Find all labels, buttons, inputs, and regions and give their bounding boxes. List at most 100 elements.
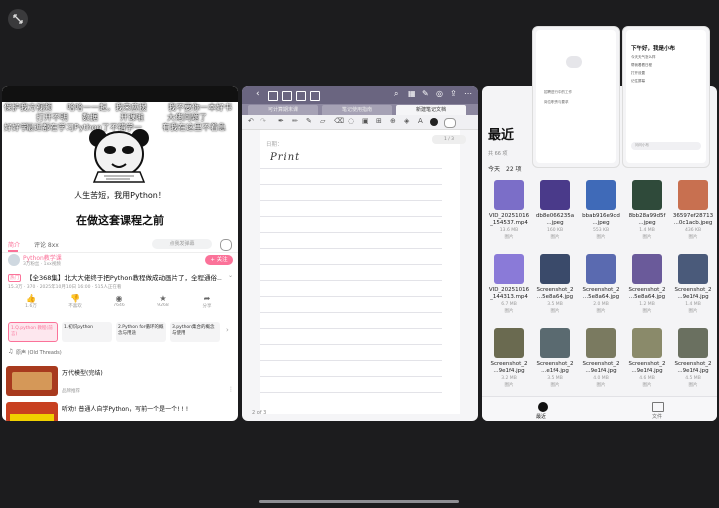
tab-comments[interactable]: 评论 8xx (34, 240, 59, 249)
file-name[interactable]: 36597ef28713 ...0c1acb.jpeg (670, 213, 716, 227)
folder-icon[interactable] (652, 402, 664, 412)
text-box-icon[interactable]: ⊞ (376, 117, 382, 125)
undo-icon[interactable]: ↶ (248, 117, 254, 125)
back-icon[interactable]: ‹ (256, 89, 260, 99)
episode-item[interactable]: 1.初识python (62, 322, 112, 342)
coin-button[interactable]: ◉ 7646 (108, 294, 130, 308)
file-name[interactable]: Screenshot_2 ...5e8a64.jpg (532, 287, 578, 301)
share-button[interactable]: ➦ 分享 (196, 294, 218, 309)
file-thumbnail[interactable] (586, 180, 616, 210)
nav-recent[interactable]: 最近 (536, 413, 546, 420)
file-thumbnail[interactable] (586, 328, 616, 358)
file-thumbnail[interactable] (540, 254, 570, 284)
rec-title[interactable]: 万代模型(完结) (62, 368, 232, 377)
redo-icon[interactable]: ↷ (260, 117, 266, 125)
danmu-input[interactable]: 点我发弹幕 (152, 239, 212, 249)
file-thumbnail[interactable] (494, 254, 524, 284)
file-thumbnail[interactable] (632, 180, 662, 210)
file-thumbnail[interactable] (586, 254, 616, 284)
rec-title[interactable]: 听劝! 普通人自学Python，写前一个是一个! ! ! (62, 404, 232, 413)
eraser-icon[interactable]: ⌫ (334, 117, 344, 125)
file-name[interactable]: bbab916e9cd ...jpeg (578, 213, 624, 227)
file-thumbnail[interactable] (632, 254, 662, 284)
share-icon[interactable]: ⇪ (450, 89, 457, 98)
episode-item[interactable]: 1.Q.python 教程(前言) (8, 322, 58, 342)
file-name[interactable]: Screenshot_2 ...5e8a64.jpg (578, 287, 624, 301)
file-thumbnail[interactable] (678, 180, 708, 210)
tab-doc[interactable]: 笔记使用指南 (322, 105, 392, 115)
file-name[interactable]: VID_20251016 _144313.mp4 (486, 287, 532, 301)
video-app-window[interactable]: 保护我方视频 哈哈一一起，我来应援 我不要你 一本好书 打开不明 数据 开课啦 … (2, 86, 238, 421)
page-counter[interactable]: 1 / 3 (432, 135, 466, 144)
dislike-button[interactable]: 👎 不喜欢 (64, 294, 86, 309)
assistant-input[interactable]: 问问小布 (631, 142, 701, 150)
color-picker[interactable] (430, 118, 438, 126)
highlighter-icon[interactable]: ▱ (320, 117, 325, 125)
pencil-icon[interactable]: ✏ (292, 117, 298, 125)
stroke-width-picker[interactable] (444, 118, 456, 128)
file-size: 13.6 MB (499, 228, 519, 233)
file-name[interactable]: Screenshot_2 ...9e1f4.jpg (578, 361, 624, 375)
file-thumbnail[interactable] (678, 254, 708, 284)
more-icon[interactable]: ⋯ (464, 89, 472, 98)
clock-icon[interactable] (538, 402, 548, 412)
chevron-down-icon[interactable]: ⌄ (228, 272, 233, 279)
file-name[interactable]: Screenshot_2 ...5e8a64.jpg (624, 287, 670, 301)
save-icon[interactable] (296, 91, 306, 101)
follow-button[interactable]: + 关注 (205, 255, 233, 265)
tab-doc-active[interactable]: 新建笔记文档 (396, 105, 466, 115)
avatar[interactable] (8, 254, 20, 266)
search-icon[interactable]: ⌕ (394, 89, 398, 99)
file-type: 图片 (688, 309, 698, 314)
zoom-icon[interactable]: ⊕ (390, 117, 396, 125)
file-name[interactable]: Screenshot_2 ...9e1f4.jpg (624, 361, 670, 375)
file-name[interactable]: Screenshot_2 ...9e1f4.jpg (670, 361, 716, 375)
grid-icon[interactable] (268, 91, 278, 101)
exit-split-button[interactable] (8, 9, 28, 29)
nav-files[interactable]: 文件 (652, 413, 662, 420)
shapes-icon[interactable]: ◈ (404, 117, 409, 125)
tab-intro[interactable]: 简介 (8, 240, 20, 249)
floating-window-card[interactable]: 招聘进行中的工作 岗位职责与要求 (532, 26, 620, 168)
like-button[interactable]: 👍 1.6万 (20, 294, 42, 309)
coin-icon: ◉ (115, 294, 123, 303)
note-page[interactable]: 日期： Print (260, 130, 460, 414)
video-tab-bar: 简介 评论 8xx 点我发弹幕 (2, 238, 238, 253)
lasso-icon[interactable]: ◌ (348, 117, 354, 125)
bookmark-icon[interactable] (282, 91, 292, 101)
tab-doc[interactable]: 可计算期末课 (248, 105, 318, 115)
rec-thumbnail[interactable] (6, 366, 58, 396)
file-name[interactable]: Screenshot_2 ...9e1f4.jpg (670, 287, 716, 301)
episode-item[interactable]: 2.Python for循环的概念与用途 (116, 322, 166, 342)
file-thumbnail[interactable] (540, 180, 570, 210)
more-icon[interactable]: ⋮ (228, 386, 234, 393)
file-thumbnail[interactable] (678, 328, 708, 358)
file-thumbnail[interactable] (540, 328, 570, 358)
episode-item[interactable]: 3.python集合的概念与使用 (170, 322, 220, 342)
bgm-label[interactable]: 原声 (Old Threads) (16, 349, 62, 356)
file-name[interactable]: Screenshot_2 ...9e1f4.jpg (486, 361, 532, 375)
image-icon[interactable]: ▣ (362, 117, 369, 125)
home-indicator[interactable] (259, 500, 459, 503)
file-name[interactable]: 8bb28a99d5f ...jpeg (624, 213, 670, 227)
file-thumbnail[interactable] (632, 328, 662, 358)
file-thumbnail[interactable] (494, 180, 524, 210)
file-name[interactable]: db8e066235a ...jpeg (532, 213, 578, 227)
chevron-right-icon[interactable]: › (226, 326, 229, 334)
marker-icon[interactable]: ✎ (306, 117, 312, 125)
assistant-window-card[interactable]: 下午好，我是小布 今天天气怎么样 帮我看看日程 打开设置 记住屏幕 问问小布 (622, 26, 710, 168)
rec-thumbnail[interactable] (6, 402, 58, 421)
video-player[interactable]: 保护我方视频 哈哈一一起，我来应援 我不要你 一本好书 打开不明 数据 开课啦 … (2, 86, 238, 238)
export-icon[interactable] (310, 91, 320, 101)
file-name[interactable]: VID_20251016 _154537.mp4 (486, 213, 532, 227)
pen-icon[interactable]: ✒ (278, 117, 284, 125)
notes-app-window[interactable]: ‹ ⌕ ▦ ✎ ◎ ⇪ ⋯ 可计算期末课 笔记使用指南 新建笔记文档 ↶ ↷ ✒… (242, 86, 478, 421)
danmu-toggle-icon[interactable] (220, 239, 232, 251)
ai-icon[interactable]: A (418, 117, 423, 125)
pen-mode-icon[interactable]: ✎ (422, 89, 429, 98)
file-name[interactable]: Screenshot_2 ...e1f4.jpg (532, 361, 578, 375)
file-thumbnail[interactable] (494, 328, 524, 358)
favorite-button[interactable]: ★ 9268 (152, 294, 174, 308)
eye-icon[interactable]: ◎ (436, 89, 443, 98)
layout-icon[interactable]: ▦ (408, 89, 416, 98)
